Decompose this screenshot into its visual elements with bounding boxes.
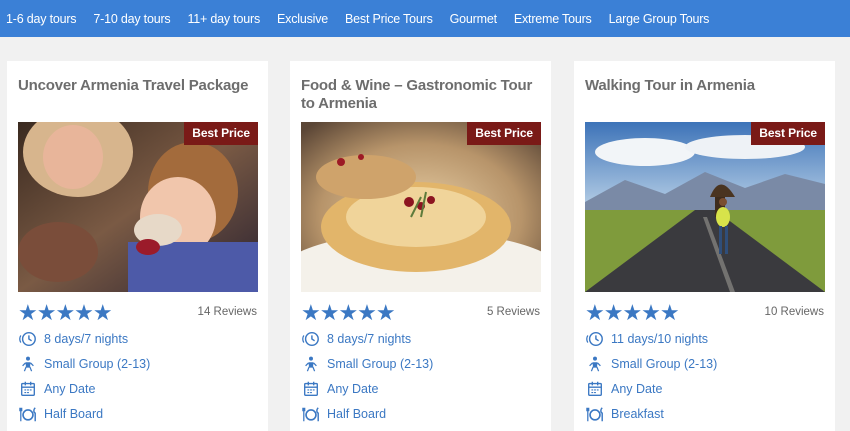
date-row: Any Date	[301, 380, 378, 398]
tour-card: Walking Tour in Armenia Best Price ★★★★★…	[574, 61, 835, 431]
nav-item-7-10-day-tours[interactable]: 7-10 day tours	[93, 12, 170, 26]
group-row: Small Group (2-13)	[301, 355, 433, 373]
nav-item-1-6-day-tours[interactable]: 1-6 day tours	[6, 12, 77, 26]
tour-card: Food & Wine – Gastronomic Tour to Armeni…	[290, 61, 551, 431]
meals-row: Half Board	[18, 405, 103, 423]
date-row: Any Date	[18, 380, 95, 398]
date-row: Any Date	[585, 380, 662, 398]
tour-photo[interactable]: Best Price	[301, 122, 541, 292]
best-price-badge: Best Price	[467, 122, 541, 145]
nav-item-gourmet[interactable]: Gourmet	[450, 12, 497, 26]
rating-stars: ★★★★★	[585, 300, 680, 325]
group-icon	[18, 355, 38, 373]
date-text: Any Date	[44, 382, 96, 396]
tour-title[interactable]: Food & Wine – Gastronomic Tour to Armeni…	[301, 77, 541, 113]
group-text: Small Group (2-13)	[611, 357, 718, 371]
reviews-count[interactable]: 14 Reviews	[198, 306, 257, 318]
landscape-photo	[585, 122, 825, 292]
clock-icon	[585, 330, 605, 348]
tour-title[interactable]: Uncover Armenia Travel Package	[18, 77, 258, 95]
calendar-icon	[585, 380, 605, 398]
tour-photo[interactable]: Best Price	[585, 122, 825, 292]
duration-text: 11 days/10 nights	[611, 332, 709, 346]
best-price-badge: Best Price	[184, 122, 258, 145]
reviews-count[interactable]: 10 Reviews	[765, 306, 824, 318]
nav-item-best-price-tours[interactable]: Best Price Tours	[345, 12, 433, 26]
meals-text: Half Board	[44, 407, 104, 421]
rating-stars: ★★★★★	[18, 300, 113, 325]
duration-row: 8 days/7 nights	[301, 330, 411, 348]
meal-icon	[301, 405, 321, 423]
food-photo	[301, 122, 541, 292]
group-row: Small Group (2-13)	[18, 355, 150, 373]
group-icon	[301, 355, 321, 373]
rating-stars: ★★★★★	[301, 300, 396, 325]
meals-text: Breakfast	[611, 407, 664, 421]
family-photo	[18, 122, 258, 292]
duration-row: 11 days/10 nights	[585, 330, 708, 348]
date-text: Any Date	[327, 382, 379, 396]
tour-card: Uncover Armenia Travel Package Best Pric…	[7, 61, 268, 431]
duration-text: 8 days/7 nights	[327, 332, 412, 346]
duration-text: 8 days/7 nights	[44, 332, 129, 346]
nav-item-exclusive[interactable]: Exclusive	[277, 12, 328, 26]
meal-icon	[18, 405, 38, 423]
calendar-icon	[301, 380, 321, 398]
tour-photo[interactable]: Best Price	[18, 122, 258, 292]
group-text: Small Group (2-13)	[327, 357, 434, 371]
calendar-icon	[18, 380, 38, 398]
meals-text: Half Board	[327, 407, 387, 421]
nav-item-11-plus-day-tours[interactable]: 11+ day tours	[187, 12, 260, 26]
best-price-badge: Best Price	[751, 122, 825, 145]
meals-row: Breakfast	[585, 405, 664, 423]
group-icon	[585, 355, 605, 373]
top-navigation: 1-6 day tours 7-10 day tours 11+ day tou…	[0, 0, 850, 37]
group-row: Small Group (2-13)	[585, 355, 717, 373]
duration-row: 8 days/7 nights	[18, 330, 128, 348]
clock-icon	[18, 330, 38, 348]
meal-icon	[585, 405, 605, 423]
nav-item-large-group-tours[interactable]: Large Group Tours	[609, 12, 710, 26]
date-text: Any Date	[611, 382, 663, 396]
meals-row: Half Board	[301, 405, 386, 423]
group-text: Small Group (2-13)	[44, 357, 151, 371]
tour-title[interactable]: Walking Tour in Armenia	[585, 77, 825, 95]
reviews-count[interactable]: 5 Reviews	[487, 306, 540, 318]
clock-icon	[301, 330, 321, 348]
nav-item-extreme-tours[interactable]: Extreme Tours	[514, 12, 592, 26]
